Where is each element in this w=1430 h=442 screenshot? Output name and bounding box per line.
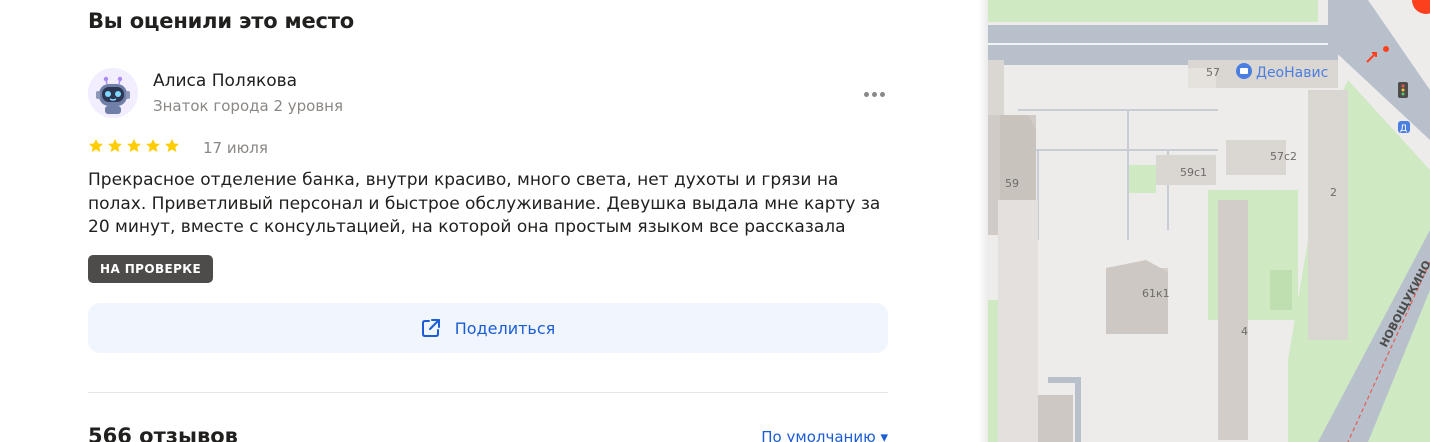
svg-text:59: 59 xyxy=(1005,177,1019,190)
map[interactable]: 57 ДеоНавис 57с2 59с1 59 2 61к1 4 НОВОЩУ… xyxy=(988,0,1430,442)
dot xyxy=(863,91,869,97)
review-text: Прекрасное отделение банка, внутри краси… xyxy=(88,170,881,237)
review-panel-content: Вы оценили это место Алиса Полякова Знат… xyxy=(88,0,888,442)
svg-text:57с2: 57с2 xyxy=(1270,150,1297,163)
review-date: 17 июля xyxy=(203,139,268,157)
poi-label[interactable]: ДеоНавис xyxy=(1256,65,1328,81)
author-name[interactable]: Алиса Полякова xyxy=(153,71,297,91)
share-label: Поделиться xyxy=(454,318,556,338)
review-panel: Вы оценили это место Алиса Полякова Знат… xyxy=(0,0,988,442)
svg-text:59с1: 59с1 xyxy=(1180,166,1207,179)
status-badge: НА ПРОВЕРКЕ xyxy=(88,255,214,283)
divider xyxy=(88,392,888,393)
robot-avatar-icon[interactable] xyxy=(88,68,138,118)
page: Вы оценили это место Алиса Полякова Знат… xyxy=(0,0,1430,442)
svg-text:61к1: 61к1 xyxy=(1142,287,1170,300)
reviews-count: 566 отзывов xyxy=(88,424,238,442)
star-icon xyxy=(127,139,141,152)
sort-select[interactable]: По умолчанию ▾ xyxy=(761,428,888,442)
star-icon xyxy=(108,139,122,152)
rating-stars xyxy=(88,138,180,154)
author-level: Знаток города 2 уровня xyxy=(153,97,344,115)
svg-text:4: 4 xyxy=(1241,325,1248,338)
star-icon xyxy=(146,139,160,152)
more-dots-icon[interactable] xyxy=(858,82,890,106)
svg-text:2: 2 xyxy=(1330,186,1337,199)
star-icon xyxy=(89,139,103,152)
star-icon xyxy=(165,139,179,152)
share-button[interactable]: Поделиться xyxy=(88,303,888,353)
share-icon xyxy=(421,319,440,337)
dot xyxy=(879,91,885,97)
section-title: Вы оценили это место xyxy=(88,9,354,33)
dot xyxy=(871,91,877,97)
map-canvas[interactable]: 57 ДеоНавис 57с2 59с1 59 2 61к1 4 НОВОЩУ… xyxy=(988,0,1430,442)
map-edge-shadow xyxy=(978,0,988,442)
svg-text:Д: Д xyxy=(1400,124,1407,134)
building-label: 57 xyxy=(1206,66,1220,79)
